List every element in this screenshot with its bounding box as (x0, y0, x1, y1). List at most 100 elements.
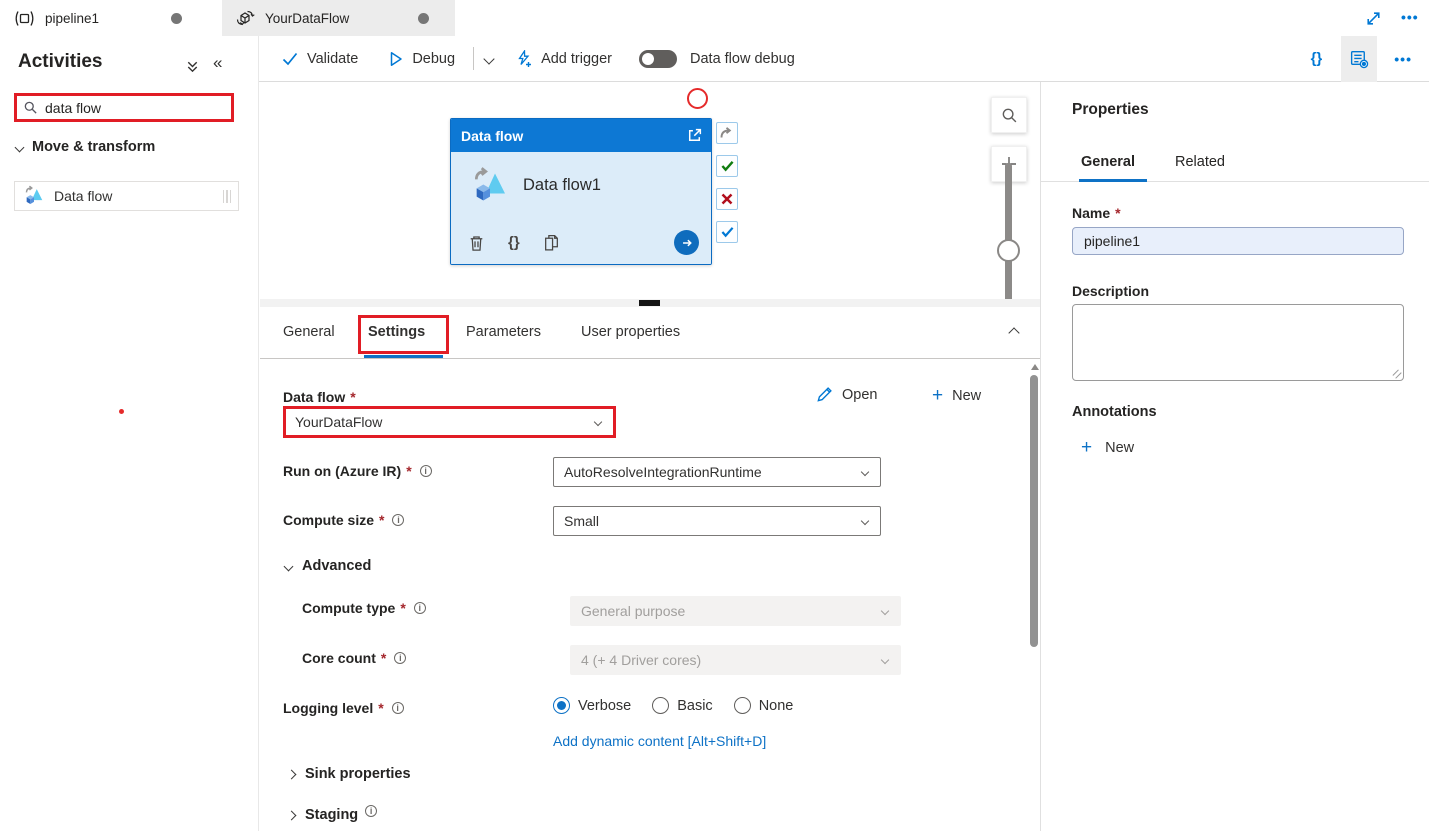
expand-window-icon[interactable] (1364, 9, 1383, 28)
collapse-all-icon[interactable] (185, 59, 200, 74)
core-count-value: 4 (+ 4 Driver cores) (581, 652, 701, 668)
canvas-hscrollbar-thumb[interactable] (639, 300, 660, 306)
resize-handle[interactable] (1390, 367, 1401, 378)
activities-search-input[interactable] (45, 100, 195, 116)
data-flow-icon (470, 166, 510, 206)
properties-tab-related[interactable]: Related (1175, 154, 1225, 170)
tab-user-properties[interactable]: User properties (581, 324, 680, 340)
tab-parameters[interactable]: Parameters (466, 324, 541, 340)
collapse-panel-icon[interactable]: « (213, 53, 222, 73)
collapse-config-chevron[interactable] (1008, 327, 1019, 338)
dataflow-tab-icon (235, 9, 255, 27)
pipeline-canvas[interactable]: Data flow Data flow1 (260, 83, 1040, 307)
sink-properties-label: Sink properties (305, 766, 411, 782)
play-icon (389, 51, 403, 67)
sink-properties-section-header[interactable]: Sink properties (288, 766, 411, 782)
name-field-label: Name* (1072, 205, 1121, 221)
activity-code-icon[interactable]: {} (508, 234, 520, 251)
properties-panel-toggle-icon[interactable] (1341, 36, 1377, 82)
new-annotation-button[interactable]: + New (1081, 438, 1134, 457)
palette-item-label: Data flow (54, 188, 112, 204)
data-flow-select[interactable]: YourDataFlow (283, 406, 616, 438)
pipeline-name-input[interactable] (1073, 228, 1403, 254)
active-tab-underline (364, 355, 443, 358)
on-skip-connector[interactable] (716, 122, 738, 144)
on-success-connector[interactable] (716, 155, 738, 177)
clone-activity-icon[interactable] (543, 234, 560, 252)
run-on-field-label: Run on (Azure IR)* (283, 463, 432, 479)
settings-pane: Data flow* YourDataFlow Open + New Run o… (260, 359, 1040, 831)
active-tab-underline (1079, 179, 1147, 182)
settings-scrollbar-thumb[interactable] (1030, 375, 1038, 647)
compute-size-value: Small (564, 513, 599, 529)
logging-level-radio-group: Verbose Basic None (553, 697, 793, 714)
code-view-icon[interactable]: {} (1311, 50, 1323, 67)
data-flow-icon (23, 185, 45, 207)
delete-activity-icon[interactable] (468, 234, 485, 252)
check-icon (282, 52, 298, 66)
staging-section-header[interactable]: Staging (288, 807, 377, 823)
advanced-section-header[interactable]: Advanced (285, 558, 371, 574)
on-failure-connector[interactable] (716, 188, 738, 210)
dataflow-debug-toggle[interactable] (639, 50, 677, 68)
dataflow-activity-card[interactable]: Data flow Data flow1 (450, 118, 712, 265)
palette-item-data-flow[interactable]: Data flow (14, 181, 239, 211)
validate-button[interactable]: Validate (282, 51, 358, 67)
tab-pipeline1[interactable]: pipeline1 (0, 0, 208, 36)
debug-dropdown-chevron[interactable] (483, 53, 494, 64)
activities-panel: Activities « Move & transform (0, 36, 259, 831)
validate-label: Validate (307, 51, 358, 67)
annotations-label: Annotations (1072, 404, 1157, 420)
radio-verbose[interactable]: Verbose (553, 697, 631, 714)
radio-none[interactable]: None (734, 697, 794, 714)
pipeline-name-field[interactable] (1072, 227, 1404, 255)
open-dataflow-icon[interactable] (686, 127, 703, 144)
dataflow-debug-label: Data flow debug (690, 51, 795, 67)
settings-scrollbar-up[interactable] (1031, 364, 1039, 370)
new-label: New (952, 388, 981, 404)
canvas-search-button[interactable] (991, 97, 1027, 133)
info-icon (394, 652, 406, 664)
unsaved-dot (418, 13, 429, 24)
chevron-down-icon (284, 561, 294, 571)
drag-handle[interactable] (223, 190, 232, 203)
open-label: Open (842, 387, 877, 403)
section-label: Move & transform (32, 139, 155, 155)
activity-type-label: Data flow (461, 128, 686, 144)
core-count-select: 4 (+ 4 Driver cores) (570, 645, 901, 675)
tab-general[interactable]: General (283, 324, 335, 340)
add-trigger-button[interactable]: Add trigger (516, 50, 612, 68)
run-on-select[interactable]: AutoResolveIntegrationRuntime (553, 457, 881, 487)
add-dynamic-content-link[interactable]: Add dynamic content [Alt+Shift+D] (553, 733, 766, 749)
debug-label: Debug (412, 51, 455, 67)
tab-yourdataflow[interactable]: YourDataFlow (222, 0, 455, 36)
run-on-value: AutoResolveIntegrationRuntime (564, 464, 762, 480)
description-textarea[interactable] (1072, 304, 1404, 381)
pipeline-icon (14, 10, 35, 27)
activity-card-body: Data flow1 (451, 152, 711, 219)
debug-button[interactable]: Debug (389, 51, 455, 67)
info-icon (392, 514, 404, 526)
new-dataflow-button[interactable]: + New (932, 386, 981, 405)
properties-tab-general[interactable]: General (1081, 154, 1135, 170)
pipeline-toolbar: Validate Debug Add trigger Data flow deb… (259, 36, 1429, 82)
canvas-hscrollbar[interactable] (260, 299, 1040, 307)
zoom-slider-track[interactable] (1005, 163, 1012, 305)
settings-tab-highlight (358, 315, 449, 354)
add-next-activity-button[interactable] (674, 230, 699, 255)
on-completion-connector[interactable] (716, 221, 738, 243)
chevron-down-icon (594, 418, 602, 426)
staging-label: Staging (305, 807, 358, 823)
open-dataflow-button[interactable]: Open (816, 386, 877, 403)
adf-pipeline-editor: pipeline1 YourDataFlow ••• Activities « … (0, 0, 1429, 831)
chevron-down-icon (861, 468, 869, 476)
compute-size-select[interactable]: Small (553, 506, 881, 536)
activities-title: Activities (18, 51, 102, 73)
toolbar-more-icon[interactable]: ••• (1394, 51, 1412, 67)
window-more-icon[interactable]: ••• (1401, 9, 1419, 25)
zoom-slider-handle[interactable] (997, 239, 1020, 262)
radio-basic[interactable]: Basic (652, 697, 712, 714)
info-icon (414, 602, 426, 614)
info-icon (392, 702, 404, 714)
section-move-transform[interactable]: Move & transform (16, 139, 155, 155)
